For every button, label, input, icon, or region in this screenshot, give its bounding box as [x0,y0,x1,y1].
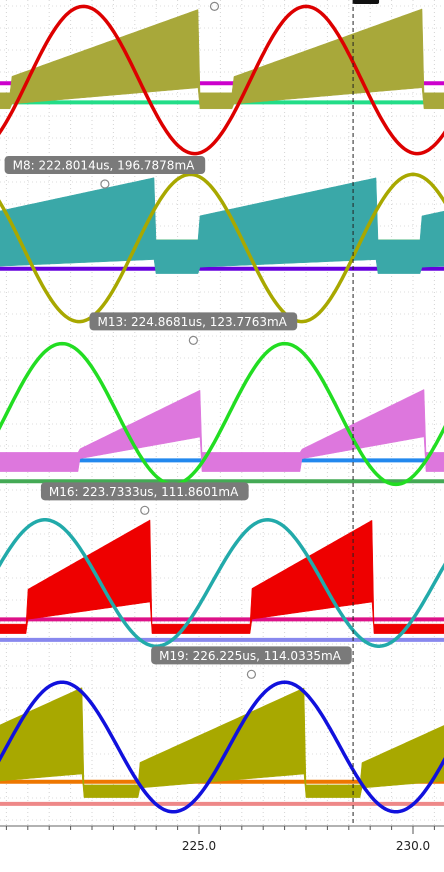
traces-layer [0,4,444,814]
marker-point [140,505,150,515]
marker-point [188,335,198,345]
marker-point [209,1,220,12]
marker-label: M16: 223.7333us, 111.8601mA [49,485,239,499]
x-axis: 225.0 230.0 [0,825,444,853]
marker-label: M19: 226.225us, 114.0335mA [159,649,342,663]
cursor-handle[interactable] [353,0,380,4]
marker-5[interactable]: M19: 226.225us, 114.0335mA [151,646,352,679]
cursor-layer [352,0,380,826]
marker-point [246,669,257,679]
panel1-band-trace [0,8,444,110]
marker-3[interactable]: M13: 224.8681us, 123.7763mA [89,312,298,345]
x-tick-label: 225.0 [182,839,216,853]
panel4-band-trace [0,519,444,634]
marker-label: M13: 224.8681us, 123.7763mA [98,315,288,329]
marker-point [100,179,110,189]
marker-4[interactable]: M16: 223.7333us, 111.8601mA [40,482,249,515]
marker-label: M8: 222.8014us, 196.7878mA [13,159,196,173]
panel2-band-trace [0,177,444,274]
x-tick-label: 230.0 [396,839,430,853]
waveform-plot: M5: 225.3617us, 187.5798mAM8: 222.8014us… [0,0,444,853]
